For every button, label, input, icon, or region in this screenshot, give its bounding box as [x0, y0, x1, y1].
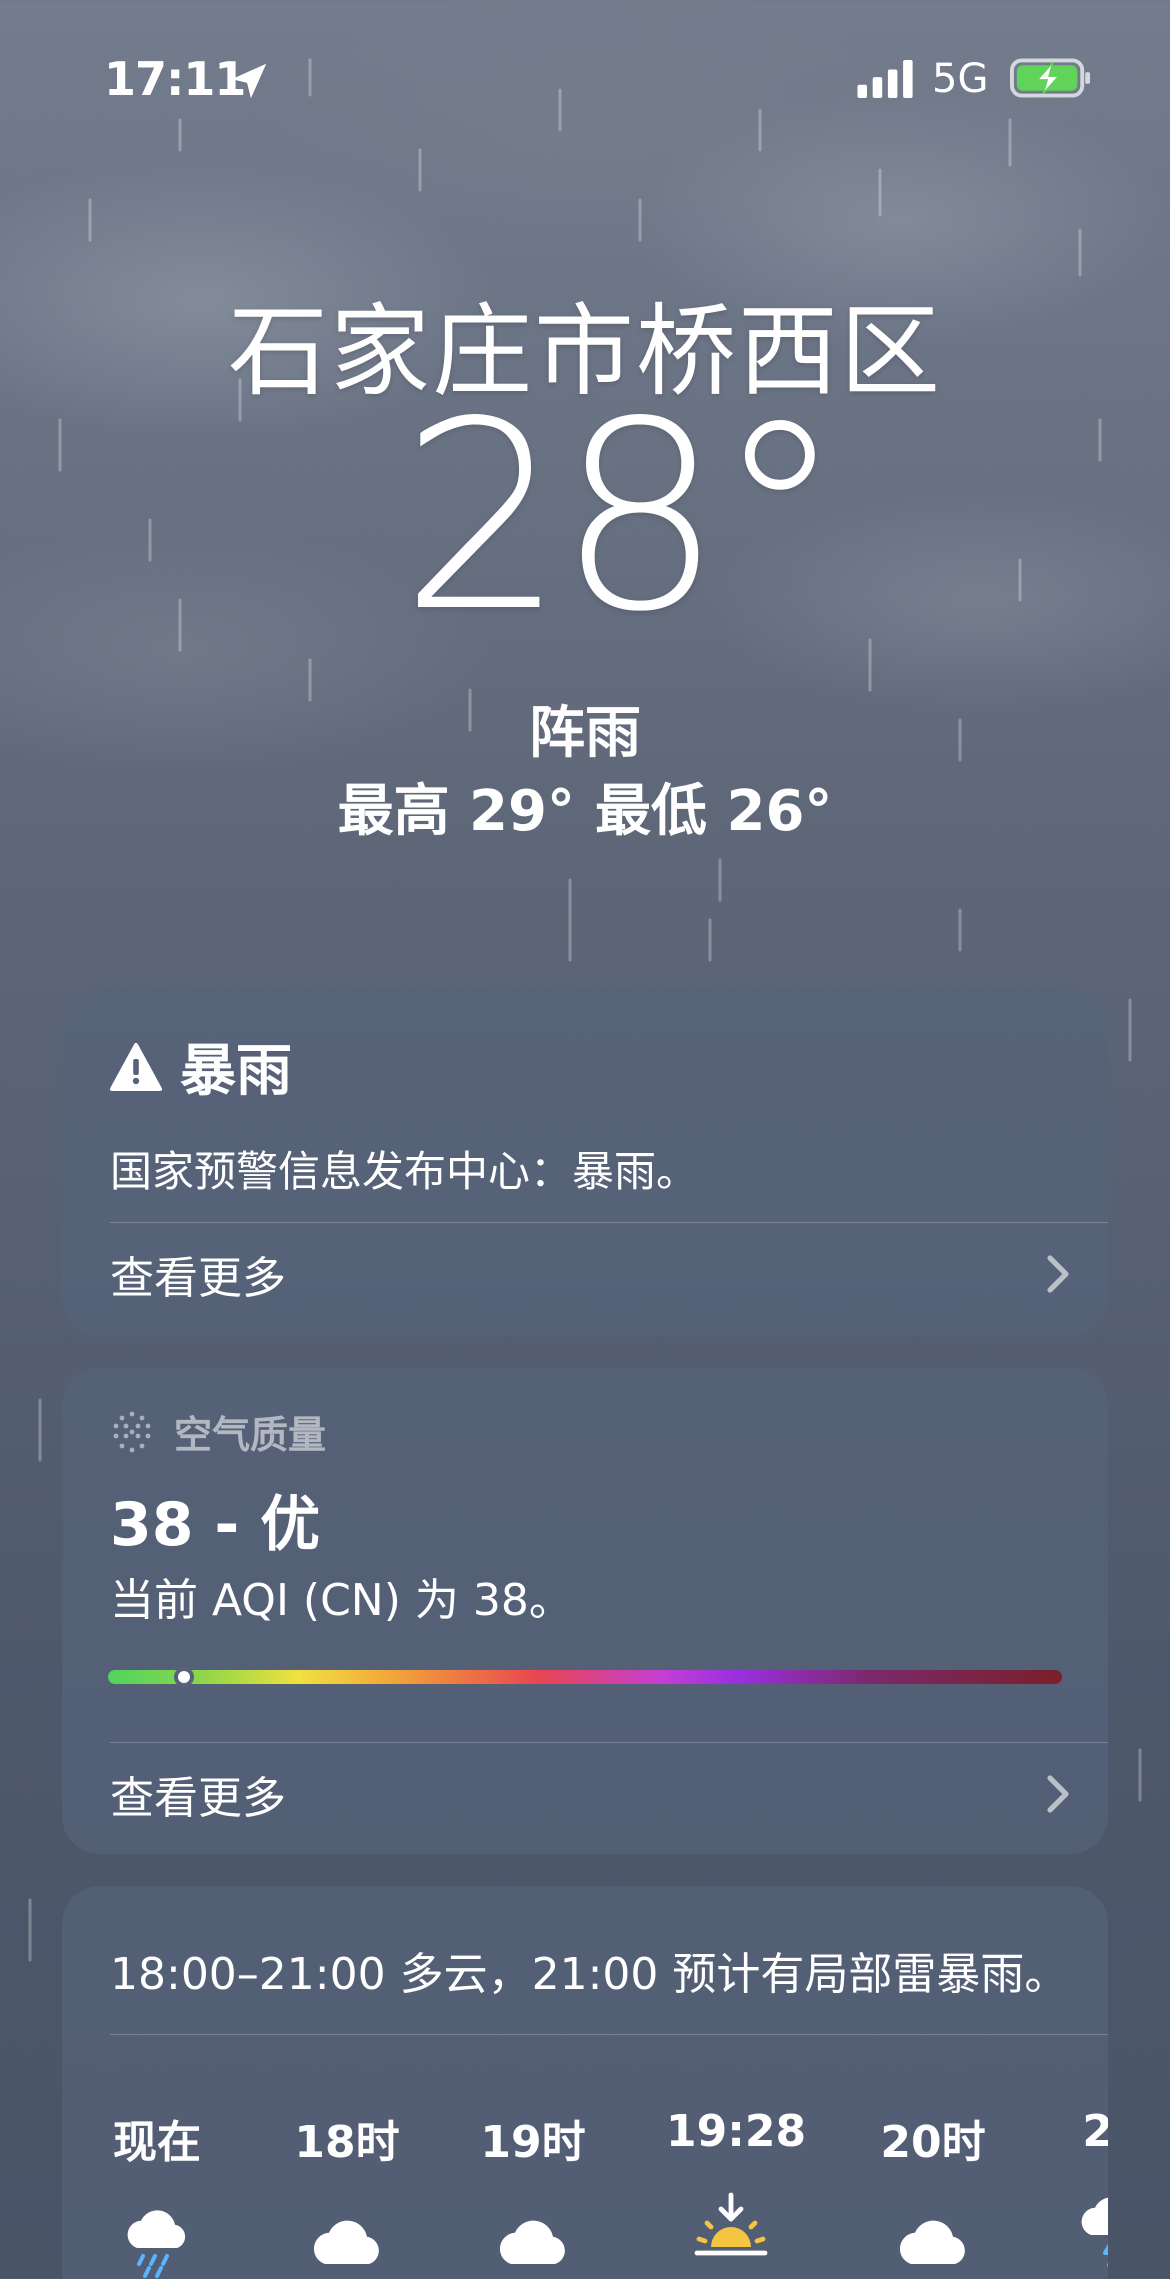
low-temperature: 最低 26° — [595, 779, 833, 844]
status-time: 17:11 — [104, 52, 246, 106]
status-bar: 17:11 5G — [0, 48, 1170, 108]
sunset-icon — [694, 2192, 768, 2256]
current-temperature: 28° — [400, 367, 845, 669]
hour-label: 19:28 — [666, 2106, 807, 2157]
battery-charging-icon — [1010, 58, 1091, 98]
aqi-scale-bar — [108, 1667, 1062, 1687]
hour-label: 21 — [1082, 2106, 1108, 2157]
high-temperature: 最高 29° — [337, 779, 575, 844]
hour-item: 19时 — [468, 2106, 598, 2279]
hour-item: 19:28 — [666, 2106, 807, 2267]
chevron-right-icon — [1047, 1775, 1069, 1813]
warning-icon — [110, 1042, 162, 1091]
cloud-icon — [899, 2220, 965, 2264]
hour-label: 20时 — [880, 2117, 986, 2168]
air-quality-icon — [113, 1411, 151, 1452]
hourly-forecast-card: 18:00–21:00 多云，21:00 预计有局部雷暴雨。 现在 18时 19… — [62, 1886, 1108, 2279]
aqi-description: 当前 AQI (CN) 为 38。 — [110, 1575, 573, 1626]
air-quality-header-label: 空气质量 — [174, 1413, 327, 1457]
hour-item: 21 — [1048, 2106, 1108, 2267]
hour-label: 18时 — [294, 2117, 400, 2168]
cloud-icon — [499, 2220, 565, 2264]
location-arrow-icon — [231, 63, 267, 99]
divider — [110, 1742, 1108, 1743]
signal-icon — [857, 60, 913, 98]
thunderstorm-icon — [1081, 2197, 1108, 2267]
air-quality-header: 空气质量 — [110, 1404, 326, 1459]
hour-item: 20时 — [868, 2106, 998, 2279]
divider — [110, 1222, 1108, 1223]
hour-item: 现在 — [92, 2106, 222, 2279]
alert-title-row: 暴雨 — [110, 1026, 292, 1107]
divider — [110, 2034, 1108, 2035]
alert-title: 暴雨 — [180, 1039, 292, 1104]
alert-see-more-label: 查看更多 — [110, 1253, 286, 1304]
hourly-summary: 18:00–21:00 多云，21:00 预计有局部雷暴雨。 — [110, 1949, 1069, 2000]
air-quality-card[interactable]: 空气质量 38 - 优 当前 AQI (CN) 为 38。 查看更多 — [62, 1368, 1108, 1854]
hourly-scroll[interactable]: 现在 18时 19时 19:28 20时 2 — [62, 2106, 1108, 2279]
high-low-temperature: 最高 29° 最低 26° — [0, 766, 1170, 847]
hour-label: 现在 — [113, 2117, 201, 2168]
alert-description: 国家预警信息发布中心：暴雨。 — [110, 1147, 699, 1196]
network-type: 5G — [932, 56, 989, 102]
aqi-indicator-dot — [174, 1667, 194, 1687]
weather-alert-card[interactable]: 暴雨 国家预警信息发布中心：暴雨。 查看更多 — [62, 990, 1108, 1336]
rain-cloud-icon — [127, 2210, 186, 2278]
aqi-see-more-row[interactable]: 查看更多 — [110, 1744, 1072, 1844]
hour-label: 19时 — [480, 2117, 586, 2168]
weather-condition: 阵雨 — [529, 701, 641, 766]
chevron-right-icon — [1047, 1255, 1069, 1293]
hour-item: 18时 — [282, 2106, 412, 2279]
cloud-icon — [313, 2220, 379, 2264]
alert-see-more-row[interactable]: 查看更多 — [110, 1224, 1072, 1324]
aqi-see-more-label: 查看更多 — [110, 1773, 286, 1824]
aqi-value: 38 - 优 — [110, 1490, 321, 1560]
